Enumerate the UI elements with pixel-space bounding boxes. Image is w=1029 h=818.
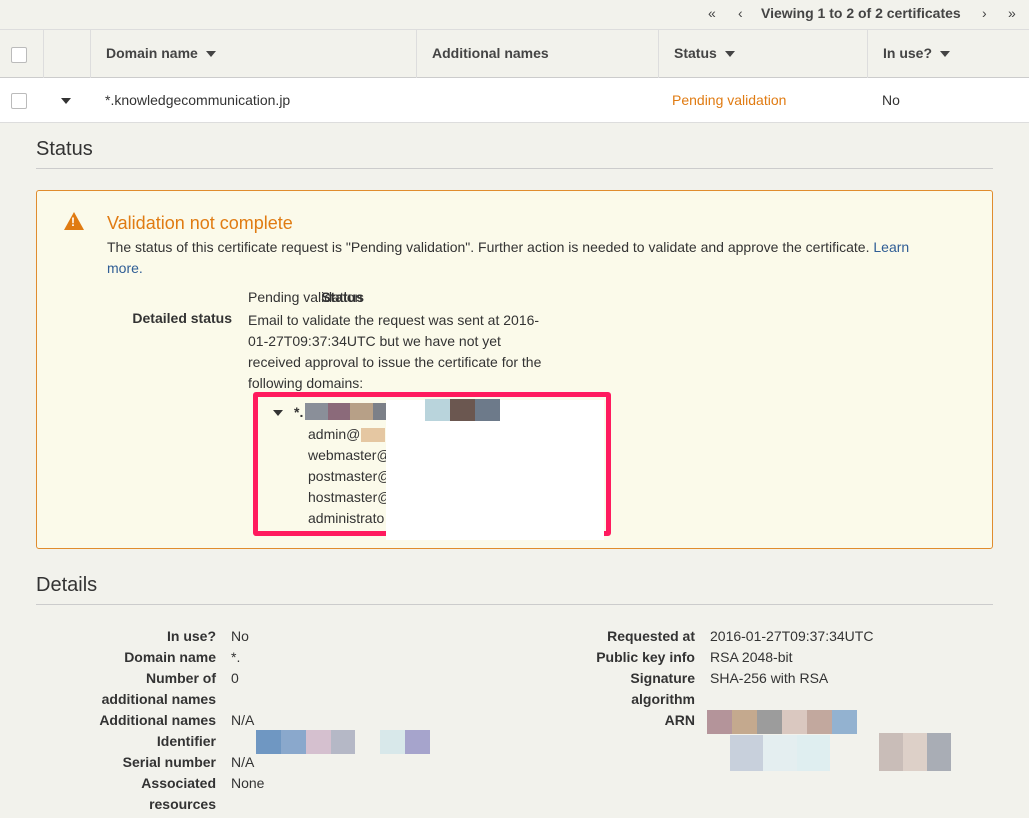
table-header: Domain name Additional names Status In u… [0,29,1029,78]
warning-icon [64,212,84,230]
select-all-checkbox[interactable] [11,47,27,63]
column-in-use[interactable]: In use? [867,30,1029,78]
collapse-domain-icon[interactable] [273,410,283,416]
detail-line: 01-27T09:37:34UTC but we have not yet [248,333,501,349]
status-section-title: Status [36,138,93,160]
first-page-icon[interactable]: « [708,5,716,21]
column-additional-names[interactable]: Additional names [416,30,658,78]
redacted-arn [707,710,857,734]
redacted-arn [730,735,830,771]
detail-label-signature: Signature [630,670,695,686]
email-administrator: administrato [308,510,385,526]
detail-label-in-use: In use? [166,628,216,644]
detail-label-identifier: Identifier [156,733,216,749]
detail-label-domain-name: Domain name [124,649,216,665]
row-in-use: No [882,92,900,108]
detail-label-resources: resources [149,796,216,812]
alert-title: Validation not complete [107,213,293,233]
email-webmaster: webmaster@ [308,447,391,463]
column-domain-name-label: Domain name [106,45,198,61]
redacted-email [361,428,385,442]
table-row[interactable]: *.knowledgecommunication.jp Pending vali… [0,78,1029,123]
last-page-icon[interactable]: » [1008,5,1016,21]
detail-label-associated: Associated [141,775,216,791]
redacted-block [425,399,500,421]
divider [36,168,993,169]
detailed-status-label: Detailed status [132,310,232,326]
email-postmaster: postmaster@ [308,468,392,484]
email-admin: admin@ [308,426,361,442]
column-additional-names-label: Additional names [432,45,549,61]
next-page-icon[interactable]: › [982,5,987,21]
detail-value-serial-number: N/A [231,754,255,770]
sort-caret-icon [724,51,735,58]
detail-value-additional-names: N/A [231,712,255,728]
redacted-identifier [256,730,431,754]
column-status-label: Status [674,45,717,61]
detail-value-domain-name: *. [231,649,241,665]
detail-value-requested-at: 2016-01-27T09:37:34UTC [710,628,874,644]
divider [36,604,993,605]
pagination-text: Viewing 1 to 2 of 2 certificates [761,5,961,21]
detail-label-additional-names-cont: additional names [101,691,216,707]
column-in-use-label: In use? [883,45,933,61]
detail-label-requested-at: Requested at [607,628,695,644]
expand-column-header [43,30,91,78]
sort-caret-icon [940,51,951,58]
expand-row-icon[interactable] [61,98,71,104]
detail-label-arn: ARN [664,712,695,728]
status-value: Pending validation [248,289,363,305]
domain-prefix: *. [294,404,304,420]
details-section-title: Details [36,574,98,596]
detail-label-algorithm: algorithm [631,691,695,707]
sort-caret-icon [205,51,216,58]
prev-page-icon[interactable]: ‹ [738,5,743,21]
redacted-block [386,400,604,540]
alert-text: The status of this certificate request i… [107,239,870,255]
detail-line: following domains: [248,375,364,391]
row-status: Pending validation [672,92,787,108]
detailed-status-value: Email to validate the request was sent a… [248,310,541,394]
alert-description: The status of this certificate request i… [107,237,937,279]
detail-label-number-of: Number of [146,670,216,686]
pagination-bar: « ‹ Viewing 1 to 2 of 2 certificates › » [0,0,1029,29]
detail-label-public-key: Public key info [596,649,695,665]
detail-value-in-use: No [231,628,249,644]
detail-label-serial-number: Serial number [122,754,216,770]
detail-label-additional-names: Additional names [99,712,216,728]
detail-line: received approval to issue the certifica… [248,354,542,370]
detail-value-public-key: RSA 2048-bit [710,649,793,665]
detail-value-number-of: 0 [231,670,239,686]
redacted-arn [879,733,951,771]
row-domain-name: *.knowledgecommunication.jp [105,92,291,108]
detail-line: Email to validate the request was sent a… [248,312,540,328]
detail-value-associated: None [231,775,265,791]
row-checkbox[interactable] [11,93,27,109]
column-status[interactable]: Status [658,30,868,78]
detail-value-signature: SHA-256 with RSA [710,670,829,686]
column-domain-name[interactable]: Domain name [90,30,416,78]
email-hostmaster: hostmaster@ [308,489,392,505]
